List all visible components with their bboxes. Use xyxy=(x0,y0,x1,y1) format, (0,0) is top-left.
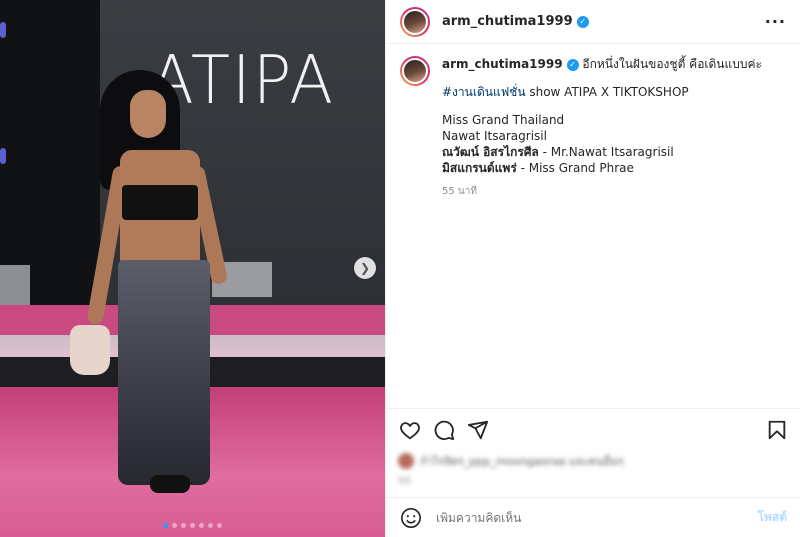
verified-badge-icon: ✓ xyxy=(576,15,589,28)
post-photo[interactable]: ATIPA ❯ xyxy=(0,0,385,537)
caption-line-bold: มิสแกรนด์แพร่ xyxy=(442,161,517,175)
avatar[interactable] xyxy=(400,6,430,37)
caption-line-bold: ณวัฒน์ อิสรไกรศีล xyxy=(442,145,539,159)
avatar[interactable] xyxy=(400,56,430,86)
caption-line: - Miss Grand Phrae xyxy=(516,161,634,175)
comment-bar: โพสต์ xyxy=(386,497,800,537)
emoji-icon[interactable] xyxy=(400,507,422,529)
like-button[interactable] xyxy=(398,418,422,442)
comment-input[interactable] xyxy=(436,510,736,525)
header-username[interactable]: arm_chutima1999 ✓ xyxy=(442,14,589,29)
model-handbag xyxy=(70,325,110,375)
comment-button[interactable] xyxy=(432,418,456,442)
chevron-right-icon: ❯ xyxy=(359,261,371,275)
action-bar xyxy=(386,408,800,450)
photo-decoration xyxy=(0,22,6,38)
carousel-dot xyxy=(181,523,186,528)
carousel-dot xyxy=(208,523,213,528)
caption-line: - Mr.Nawat Itsaragrisil xyxy=(538,145,674,159)
carousel-next-button[interactable]: ❯ xyxy=(354,257,376,279)
likes-section: กำไรจิตร_ppp_moongaoraa และคนอื่นๆ 55 xyxy=(398,452,788,492)
liked-by-text: กำไรจิตร_ppp_moongaoraa และคนอื่นๆ xyxy=(420,455,624,468)
carousel-dot xyxy=(199,523,204,528)
username-text[interactable]: arm_chutima1999 xyxy=(442,14,573,29)
carousel-dot xyxy=(163,523,168,528)
photo-decoration xyxy=(0,148,6,164)
model-shoe xyxy=(150,475,190,493)
caption: arm_chutima1999 ✓ อีกหนึ่งในฝันของชูตี้ ค… xyxy=(400,56,786,200)
avatar xyxy=(398,453,414,469)
carousel-dot xyxy=(172,523,177,528)
carousel-indicator xyxy=(0,523,385,528)
heart-icon xyxy=(400,421,420,439)
post-comment-button[interactable]: โพสต์ xyxy=(758,508,787,527)
verified-badge-icon: ✓ xyxy=(566,59,579,71)
more-horizontal-icon[interactable]: ··· xyxy=(765,12,786,31)
model-face xyxy=(130,90,166,138)
runway-model xyxy=(70,70,240,510)
hashtag-link[interactable]: #งานเดินแฟชั่น xyxy=(442,85,526,99)
bookmark-icon xyxy=(768,420,786,439)
share-button[interactable] xyxy=(466,418,490,442)
model-jeans xyxy=(118,260,210,485)
share-icon xyxy=(467,420,489,439)
post-detail-panel: arm_chutima1999 ✓ ··· arm_chutima1999 ✓ อี… xyxy=(385,0,800,537)
likes-count: 55 xyxy=(398,476,411,487)
post-header: arm_chutima1999 ✓ ··· xyxy=(386,0,800,44)
save-button[interactable] xyxy=(765,418,789,442)
post-time[interactable]: 55 นาที xyxy=(442,184,762,200)
caption-line: Nawat Itsaragrisil xyxy=(442,129,547,143)
carousel-dot xyxy=(190,523,195,528)
caption-username[interactable]: arm_chutima1999 xyxy=(442,57,563,71)
model-top xyxy=(122,185,198,220)
liked-by-row[interactable]: กำไรจิตร_ppp_moongaoraa และคนอื่นๆ xyxy=(398,452,788,470)
caption-text: อีกหนึ่งในฝันของชูตี้ คือเดินแบบค่ะ xyxy=(582,57,762,71)
stage-speaker xyxy=(0,265,30,305)
caption-line: Miss Grand Thailand xyxy=(442,113,565,127)
caption-body: arm_chutima1999 ✓ อีกหนึ่งในฝันของชูตี้ ค… xyxy=(442,56,762,200)
comment-icon xyxy=(434,420,455,440)
carousel-dot xyxy=(217,523,222,528)
caption-show-text: show ATIPA X TIKTOKSHOP xyxy=(525,85,689,99)
